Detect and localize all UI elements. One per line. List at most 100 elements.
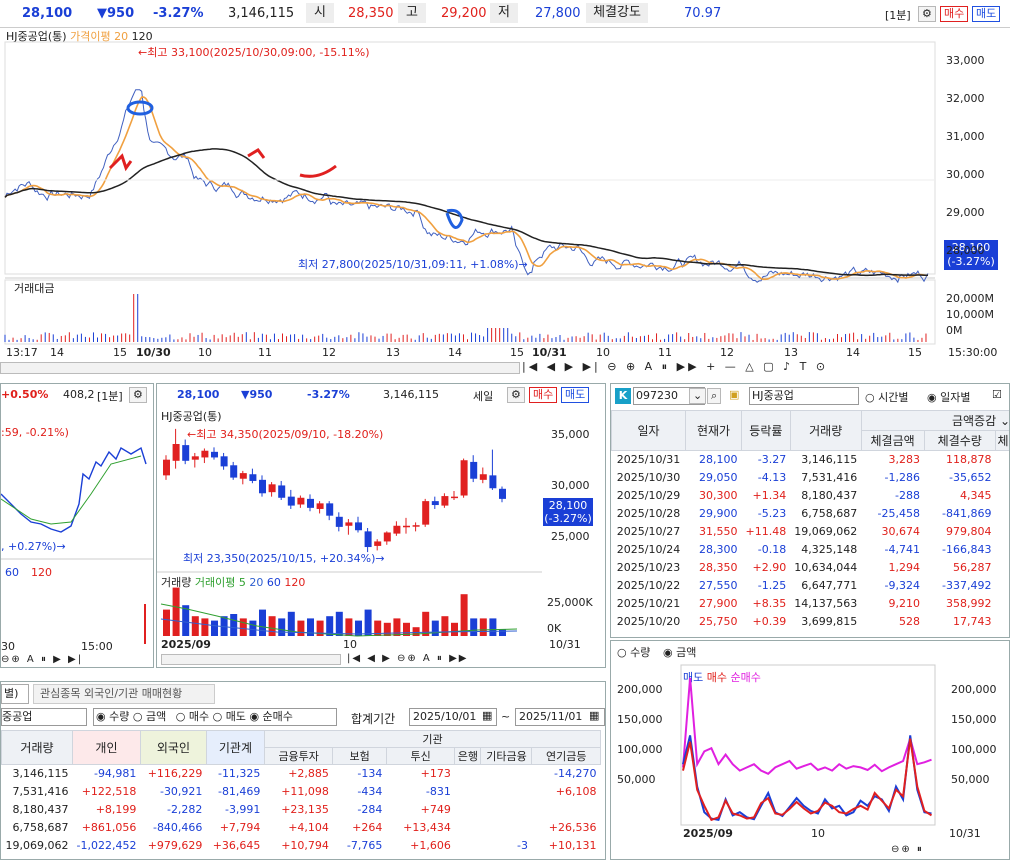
table-row[interactable]: 7,531,416 +122,518 -30,921 -81,469 +11,098 -4… bbox=[2, 783, 601, 801]
sell-button[interactable]: 매도 bbox=[972, 6, 1001, 22]
th-amount-change[interactable]: 금액증감 ⌄ bbox=[860, 410, 1009, 431]
table-cell: 25,750 bbox=[699, 615, 738, 628]
table-cell: +4,104 bbox=[288, 821, 329, 834]
mini-gear-icon[interactable]: ⚙ bbox=[129, 387, 147, 403]
volume-bar bbox=[191, 616, 199, 636]
investor-panel: 별) 관심종목 외국인/기관 매매현황 중공업 ◉ 수량 ○ 금액 ○ 매수 ○… bbox=[0, 681, 606, 860]
period-label: 합계기간 bbox=[351, 712, 396, 726]
table-cell: 19,069,062 bbox=[5, 839, 69, 852]
table-cell bbox=[481, 783, 532, 801]
daily-sell-button[interactable]: 매도 bbox=[561, 387, 590, 403]
daily-gear-icon[interactable]: ⚙ bbox=[507, 387, 525, 403]
th-rate: 등락률 bbox=[741, 410, 791, 451]
daily-candle-chart[interactable] bbox=[157, 404, 606, 654]
table-cell: 27,550 bbox=[699, 579, 738, 592]
radio-time[interactable]: ○ 시간별 bbox=[865, 389, 908, 405]
table-row[interactable]: 2025/10/27 31,550 +11.48 19,069,062 30,674 97… bbox=[612, 523, 1010, 541]
table-cell: 3,699,815 bbox=[801, 615, 858, 628]
volume-bar bbox=[249, 620, 257, 636]
mini-toolbar[interactable]: ⊖⊕ A ⏸ ▶ ▶| bbox=[1, 654, 83, 665]
table-row[interactable]: 2025/10/22 27,550 -1.25 6,647,771 -9,324 -337… bbox=[612, 577, 1010, 595]
current-price: 28,100 bbox=[22, 6, 73, 21]
table-row[interactable]: 2025/10/30 29,050 -4.13 7,531,416 -1,286 -35,… bbox=[612, 469, 1010, 487]
radio-qty-label: 수량 bbox=[630, 646, 651, 659]
radio-investor-sell[interactable]: ○ 매도 bbox=[213, 710, 246, 723]
table-row[interactable]: 2025/10/23 28,350 +2.90 10,634,044 1,294 56,2… bbox=[612, 559, 1010, 577]
mini-interval[interactable]: [1분] bbox=[97, 388, 123, 404]
table-cell bbox=[532, 801, 601, 819]
table-cell: +861,056 bbox=[81, 821, 137, 834]
radio-investor-net[interactable]: ◉ 순매수 bbox=[249, 710, 292, 723]
vol-ma-120: 120 bbox=[284, 576, 306, 589]
table-cell bbox=[481, 765, 532, 783]
table-cell: -337,492 bbox=[942, 579, 992, 592]
candle-body bbox=[230, 465, 238, 478]
table-cell: 2025/10/29 bbox=[616, 489, 681, 502]
table-row[interactable]: 2025/10/20 25,750 +0.39 3,699,815 528 17,743 bbox=[612, 613, 1010, 631]
settings-gear-icon[interactable]: ⚙ bbox=[918, 6, 936, 22]
table-row[interactable]: 8,180,437 +8,199 -2,282 -3,991 +23,135 -284 +7… bbox=[2, 801, 601, 819]
calendar-icon[interactable]: ▦ bbox=[482, 709, 492, 722]
flow-toolbar[interactable]: ⊖⊕ ⏸ bbox=[891, 844, 924, 855]
table-cell: 30,674 bbox=[881, 525, 921, 538]
tab-by-date[interactable]: 별) bbox=[1, 684, 29, 704]
interval-label[interactable]: [1분] bbox=[885, 7, 911, 23]
chart-toolbar[interactable]: |◀ ◀ ▶ ▶| ⊖ ⊕ A ⏸ ▶▶ + — △ ▢ ♪ T ⊙ bbox=[522, 360, 828, 374]
investor-radio-group: ◉ 수량 ○ 금액 ○ 매수 ○ 매도 ◉ 순매수 bbox=[93, 708, 337, 726]
radio-investor-sell-label: 매도 bbox=[225, 710, 246, 723]
y-axis-tick: 29,000 bbox=[946, 206, 985, 219]
investor-name-field[interactable]: 중공업 bbox=[1, 708, 87, 726]
mini-tick-60: 60 bbox=[5, 566, 19, 579]
radio-investor-buy[interactable]: ○ 매수 bbox=[176, 710, 209, 723]
table-cell: +36,645 bbox=[212, 839, 261, 852]
volume-bar bbox=[182, 605, 190, 636]
y-axis-tick: 30,000 bbox=[946, 168, 985, 181]
x-axis-tick: 14 bbox=[50, 346, 64, 359]
dropdown-chevron-icon[interactable]: ⌄ bbox=[689, 388, 707, 404]
daily-price-box-value: 28,100 bbox=[548, 499, 588, 512]
radio-qty[interactable]: ○ 수량 bbox=[617, 644, 650, 660]
daily-toolbar[interactable]: |◀ ◀ ▶ ⊖⊕ A ⏸ ▶▶ bbox=[347, 653, 469, 664]
daily-scrollbar[interactable] bbox=[161, 654, 341, 665]
buy-button[interactable]: 매수 bbox=[940, 6, 969, 22]
radio-day[interactable]: ◉ 일자별 bbox=[927, 389, 970, 405]
table-row[interactable]: 3,146,115 -94,981 +116,229 -11,325 +2,885 -13… bbox=[2, 765, 601, 783]
volume-bar bbox=[239, 618, 247, 636]
radio-investor-qty[interactable]: ◉ 수량 bbox=[96, 710, 129, 723]
table-row[interactable]: 2025/10/21 27,900 +8.35 14,137,563 9,210 358,… bbox=[612, 595, 1010, 613]
mini-price-chart[interactable] bbox=[1, 404, 154, 654]
flow-y-right-tick: 150,000 bbox=[951, 713, 997, 726]
candle-body bbox=[470, 461, 478, 479]
y-axis-tick: 32,000 bbox=[946, 92, 985, 105]
table-cell: +8,199 bbox=[95, 803, 137, 816]
search-icon[interactable]: ⌕ bbox=[707, 388, 722, 404]
candle-body bbox=[364, 531, 372, 548]
candle-body bbox=[220, 456, 228, 467]
x-axis-tick: 15 bbox=[908, 346, 922, 359]
candle-body bbox=[172, 444, 180, 461]
chart-scrollbar[interactable] bbox=[0, 362, 520, 374]
vol-title: 거래량 bbox=[161, 576, 192, 589]
checkbox-icon[interactable]: ☑ bbox=[992, 388, 1002, 401]
table-row[interactable]: 2025/10/24 28,300 -0.18 4,325,148 -4,741 -166… bbox=[612, 541, 1010, 559]
tab-interest-foreign[interactable]: 관심종목 외국인/기관 매매현황 bbox=[33, 684, 215, 704]
table-row[interactable]: 6,758,687 +861,056 -840,466 +7,794 +4,104 +26… bbox=[2, 819, 601, 837]
table-cell: -11,325 bbox=[217, 767, 261, 781]
mini-value: 408,2 bbox=[63, 388, 95, 401]
table-row[interactable]: 2025/10/31 28,100 -3.27 3,146,115 3,283 118,8… bbox=[612, 451, 1010, 469]
radio-amt[interactable]: ◉ 금액 bbox=[663, 644, 696, 660]
flow-y-left-tick: 100,000 bbox=[617, 743, 663, 756]
candle-body bbox=[335, 516, 343, 527]
flow-chart-panel: ○ 수량 ◉ 금액 매도 매수 순매수 200,000 150,000 100,00… bbox=[610, 640, 1010, 860]
table-cell: 2025/10/27 bbox=[616, 525, 681, 538]
folder-icon[interactable]: ▣ bbox=[729, 388, 739, 401]
radio-investor-amt[interactable]: ○ 금액 bbox=[133, 710, 166, 723]
daily-buy-button[interactable]: 매수 bbox=[529, 387, 558, 403]
table-row[interactable]: 2025/10/28 29,900 -5.23 6,758,687 -25,458 -84… bbox=[612, 505, 1010, 523]
intraday-price-chart[interactable] bbox=[0, 28, 1010, 380]
daily-period[interactable]: 세일 bbox=[473, 388, 493, 404]
calendar-icon-2[interactable]: ▦ bbox=[589, 709, 599, 722]
table-row[interactable]: 19,069,062 -1,022,452 +979,629 +36,645 +10,7… bbox=[2, 837, 601, 855]
volume-bar bbox=[211, 620, 218, 636]
table-row[interactable]: 2025/10/29 30,300 +1.34 8,180,437 -288 4,345 bbox=[612, 487, 1010, 505]
